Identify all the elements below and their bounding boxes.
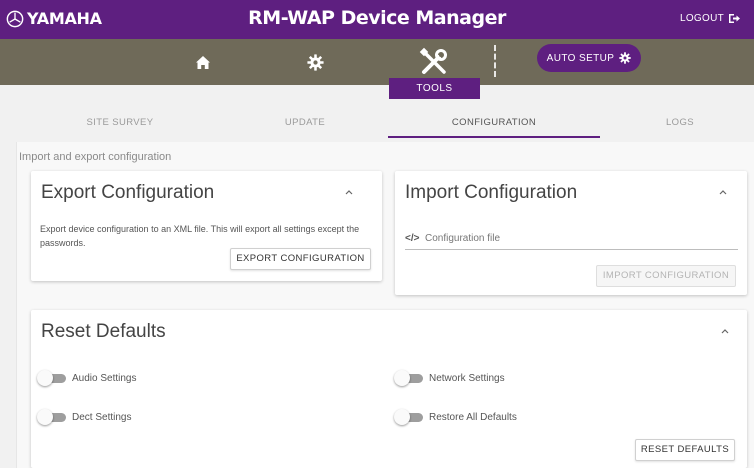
top-bar: YAMAHA RM-WAP Device Manager LOGOUT — [0, 0, 754, 39]
toggle-track — [394, 370, 423, 386]
tab-configuration[interactable]: CONFIGURATION — [388, 110, 600, 138]
file-placeholder: Configuration file — [425, 233, 501, 244]
active-section-label: TOOLS — [389, 78, 480, 99]
logout-icon — [729, 14, 740, 23]
configuration-file-input[interactable]: </> Configuration file — [405, 228, 738, 250]
auto-setup-label: AUTO SETUP — [546, 52, 615, 64]
audio-settings-toggle[interactable]: Audio Settings — [37, 370, 137, 386]
import-configuration-button[interactable]: IMPORT CONFIGURATION — [596, 265, 736, 287]
export-configuration-button[interactable]: EXPORT CONFIGURATION — [230, 248, 371, 270]
network-settings-toggle[interactable]: Network Settings — [394, 370, 505, 386]
tools-icon — [419, 47, 447, 74]
toggle-track — [394, 409, 423, 425]
toggle-knob — [37, 370, 53, 386]
export-card-title: Export Configuration — [41, 182, 215, 203]
dect-settings-label: Dect Settings — [72, 412, 132, 423]
dect-settings-toggle[interactable]: Dect Settings — [37, 409, 132, 425]
chevron-up-icon[interactable] — [719, 327, 731, 335]
chevron-up-icon[interactable] — [343, 188, 355, 196]
audio-settings-label: Audio Settings — [72, 373, 137, 384]
chevron-up-icon[interactable] — [717, 188, 729, 196]
restore-all-defaults-label: Restore All Defaults — [429, 412, 517, 423]
network-settings-label: Network Settings — [429, 373, 505, 384]
toggle-knob — [37, 409, 53, 425]
reset-defaults-card: Reset Defaults RESET DEFAULTS — [31, 310, 747, 468]
code-file-icon: </> — [405, 233, 420, 244]
export-description: Export device configuration to an XML fi… — [40, 224, 360, 248]
logout-button[interactable]: LOGOUT — [680, 13, 740, 24]
tools-tab-bar: SITE SURVEY UPDATE CONFIGURATION LOGS — [0, 110, 754, 138]
gear-icon — [619, 52, 632, 64]
section-caption: Import and export configuration — [19, 151, 172, 163]
export-configuration-card: Export Configuration Export device confi… — [31, 171, 382, 281]
tab-logs[interactable]: LOGS — [630, 110, 730, 138]
tab-site-survey[interactable]: SITE SURVEY — [60, 110, 180, 138]
restore-all-defaults-toggle[interactable]: Restore All Defaults — [394, 409, 517, 425]
tab-update[interactable]: UPDATE — [245, 110, 365, 138]
auto-setup-button[interactable]: AUTO SETUP — [537, 44, 641, 72]
reset-card-title: Reset Defaults — [41, 321, 166, 342]
settings-nav-button[interactable] — [302, 39, 328, 85]
nav-divider — [494, 45, 496, 77]
main-nav-bar — [0, 39, 754, 85]
import-card-title: Import Configuration — [405, 182, 578, 203]
reset-defaults-button[interactable]: RESET DEFAULTS — [635, 439, 735, 461]
home-icon — [196, 55, 210, 69]
home-nav-button[interactable] — [190, 39, 216, 85]
logout-label: LOGOUT — [679, 13, 724, 24]
gear-icon — [306, 53, 324, 71]
toggle-knob — [394, 370, 410, 386]
toggle-knob — [394, 409, 410, 425]
app-title: RM-WAP Device Manager — [248, 7, 506, 29]
toggle-track — [37, 409, 66, 425]
toggle-track — [37, 370, 66, 386]
